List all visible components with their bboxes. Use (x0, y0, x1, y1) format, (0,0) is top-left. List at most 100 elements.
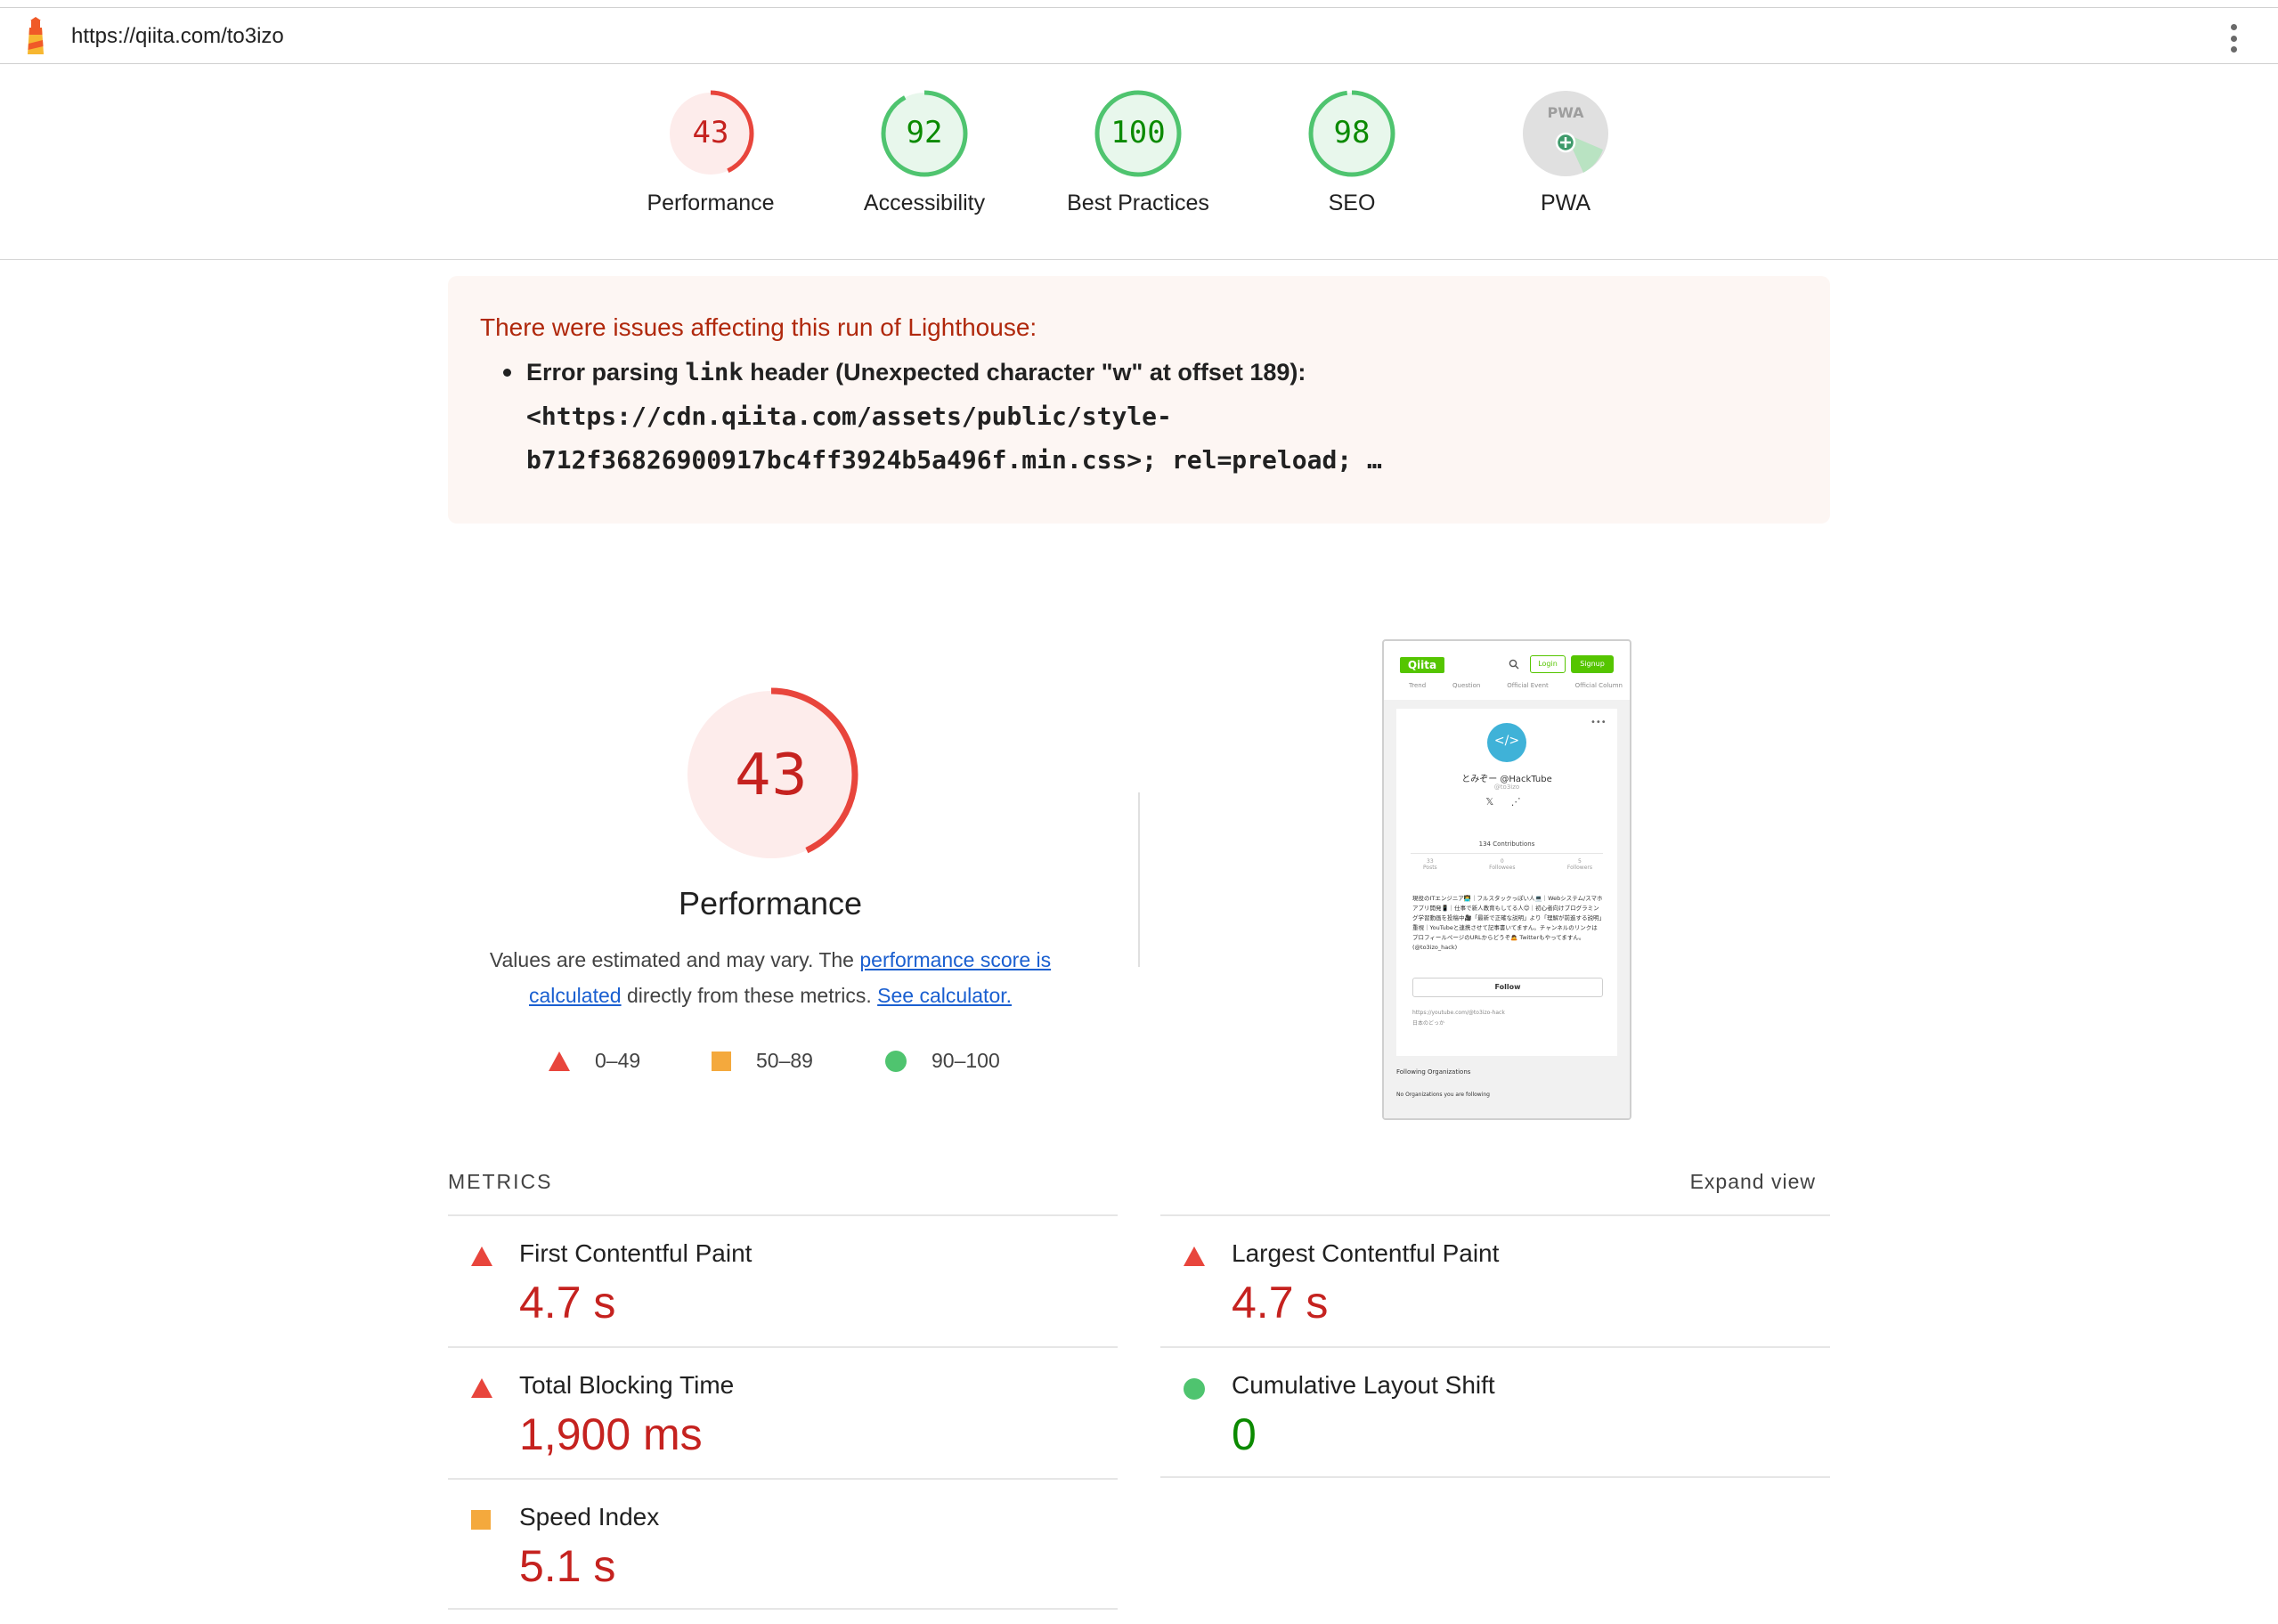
metric-name: First Contentful Paint (519, 1239, 753, 1267)
gauge-pwa[interactable]: PWA PWA (1468, 89, 1664, 216)
see-calculator-link[interactable]: See calculator. (877, 984, 1012, 1007)
following-orgs-title: Following Organizations (1396, 1068, 1471, 1076)
square-icon (712, 1051, 731, 1071)
qiita-logo: Qiita (1400, 657, 1444, 673)
lighthouse-logo-icon (28, 17, 44, 54)
gauge-accessibility-ring: 92 (881, 90, 968, 177)
pwa-badge-icon: PWA (1523, 91, 1608, 176)
more-icon: ••• (1591, 718, 1607, 727)
metric-name: Speed Index (519, 1503, 660, 1531)
circle-icon (885, 1050, 907, 1072)
gauge-seo-ring: 98 (1308, 90, 1395, 177)
metric-value: 4.7 s (519, 1278, 616, 1328)
circle-icon (1184, 1378, 1205, 1400)
gauge-seo-score: 98 (1334, 115, 1371, 150)
gauge-performance[interactable]: 43 Performance (613, 89, 809, 216)
nav-official-event: Official Event (1507, 682, 1549, 689)
legend-fail: 0–49 (549, 1049, 640, 1073)
triangle-icon (471, 1378, 492, 1398)
expand-view-toggle[interactable]: Expand view (1690, 1170, 1816, 1194)
nav-question: Question (1452, 682, 1481, 689)
profile-stats: 33 Posts 0 Followees 5 Followers (1423, 858, 1592, 871)
gauge-best-practices-label: Best Practices (1067, 191, 1209, 215)
following-orgs-empty: No Organizations you are following (1396, 1092, 1490, 1098)
gauge-seo[interactable]: 98 SEO (1254, 89, 1450, 216)
profile-name: とみぞー @HackTube (1461, 775, 1552, 784)
signup-button: Signup (1571, 655, 1614, 673)
metric-value: 0 (1232, 1409, 1257, 1459)
score-legend: 0–49 50–89 90–100 (549, 1049, 1047, 1079)
legend-fail-label: 0–49 (595, 1049, 641, 1072)
metric-speed-index: Speed Index 5.1 s (448, 1478, 1118, 1610)
thumb-body: </> ••• とみぞー @HackTube @to3izo 𝕏 ⋰ 134 C… (1384, 700, 1630, 1118)
gauge-seo-label: SEO (1328, 191, 1376, 215)
search-icon (1509, 659, 1519, 670)
profile-handle: @to3izo (1493, 784, 1520, 791)
social-icons: 𝕏 ⋰ (1485, 796, 1528, 808)
profile-bio: 現役のITエンジニア👨‍💻｜フルスタックっぽい人💻｜Webシステム/スマホアプリ… (1412, 895, 1603, 951)
thumb-nav: Trend Question Official Event Official C… (1409, 682, 1623, 689)
gauge-accessibility[interactable]: 92 Accessibility (826, 89, 1022, 216)
warning-code-line-1: <https://cdn.qiita.com/assets/public/sty… (526, 402, 1172, 431)
avatar: </> (1487, 723, 1526, 762)
gauge-best-practices-ring: 100 (1094, 90, 1182, 177)
square-icon (471, 1510, 491, 1530)
follow-button: Follow (1412, 978, 1603, 997)
legend-pass-label: 90–100 (932, 1049, 1000, 1072)
metric-value: 1,900 ms (519, 1409, 703, 1459)
metrics-title: METRICS (448, 1170, 553, 1193)
warning-suffix: header (Unexpected character "w" at offs… (743, 359, 1306, 386)
warning-prefix: Error parsing (526, 359, 686, 386)
metric-value: 4.7 s (1232, 1278, 1329, 1328)
legend-average-label: 50–89 (756, 1049, 813, 1072)
final-screenshot[interactable]: Qiita Login Signup Trend Question Offici… (1382, 639, 1631, 1120)
warning-code-line-2: b712f36826900917bc4ff3924b5a496f.min.css… (526, 445, 1382, 475)
performance-description: Values are estimated and may vary. The p… (463, 942, 1078, 1013)
section-divider (1138, 792, 1140, 967)
legend-average: 50–89 (712, 1049, 813, 1073)
report-topbar: https://qiita.com/to3izo (0, 7, 2278, 64)
legend-pass: 90–100 (885, 1049, 1000, 1073)
stat-followers: 5 Followers (1566, 858, 1592, 871)
metric-divider (448, 1608, 1118, 1610)
contributions: 134 Contributions (1478, 840, 1535, 848)
warning-code-link: link (685, 359, 744, 386)
more-options-icon[interactable] (2217, 20, 2250, 56)
gauge-pwa-label: PWA (1540, 191, 1591, 215)
category-gauges: 43 Performance 92 Accessibility 100 Best… (0, 64, 2278, 260)
metric-divider (1160, 1476, 1830, 1478)
triangle-icon (1184, 1246, 1205, 1266)
profile-links: https://youtube.com/@to3izo-hack 日本のどっか (1412, 1008, 1603, 1029)
gauge-accessibility-score: 92 (907, 115, 943, 150)
metrics-header: METRICS Expand view (448, 1168, 1830, 1204)
warnings-title: There were issues affecting this run of … (480, 313, 1037, 341)
gauge-best-practices[interactable]: 100 Best Practices (1040, 89, 1236, 216)
audited-url[interactable]: https://qiita.com/to3izo (71, 24, 284, 49)
triangle-icon (471, 1246, 492, 1266)
nav-official-column: Official Column (1574, 682, 1623, 689)
gauge-performance-score: 43 (693, 115, 729, 150)
gauge-accessibility-label: Accessibility (863, 191, 986, 215)
gauge-performance-ring: 43 (667, 90, 754, 177)
desc-text-2: directly from these metrics. (621, 984, 878, 1007)
profile-link-url: https://youtube.com/@to3izo-hack (1412, 1010, 1505, 1016)
warning-item: Error parsing link header (Unexpected ch… (503, 351, 1773, 482)
stat-posts: 33 Posts (1423, 858, 1437, 871)
metric-name: Total Blocking Time (519, 1371, 735, 1399)
metric-tbt: Total Blocking Time 1,900 ms (448, 1346, 1118, 1478)
gauge-best-practices-score: 100 (1111, 115, 1165, 150)
warning-message: Error parsing link header (Unexpected ch… (503, 351, 1773, 394)
gauge-performance-label: Performance (647, 191, 775, 215)
metric-name: Largest Contentful Paint (1232, 1239, 1500, 1267)
pwa-badge-text: PWA (1547, 104, 1584, 121)
performance-big-score: 43 (735, 743, 807, 808)
desc-text-1: Values are estimated and may vary. The (489, 948, 860, 971)
metric-value: 5.1 s (519, 1541, 616, 1591)
metric-lcp: Largest Contentful Paint 4.7 s (1160, 1214, 1830, 1346)
nav-trend: Trend (1409, 682, 1427, 689)
divider (1411, 853, 1603, 854)
stat-followees: 0 Followees (1489, 858, 1516, 871)
triangle-icon (549, 1051, 570, 1071)
performance-title: Performance (678, 885, 863, 922)
metric-cls: Cumulative Layout Shift 0 (1160, 1346, 1830, 1478)
